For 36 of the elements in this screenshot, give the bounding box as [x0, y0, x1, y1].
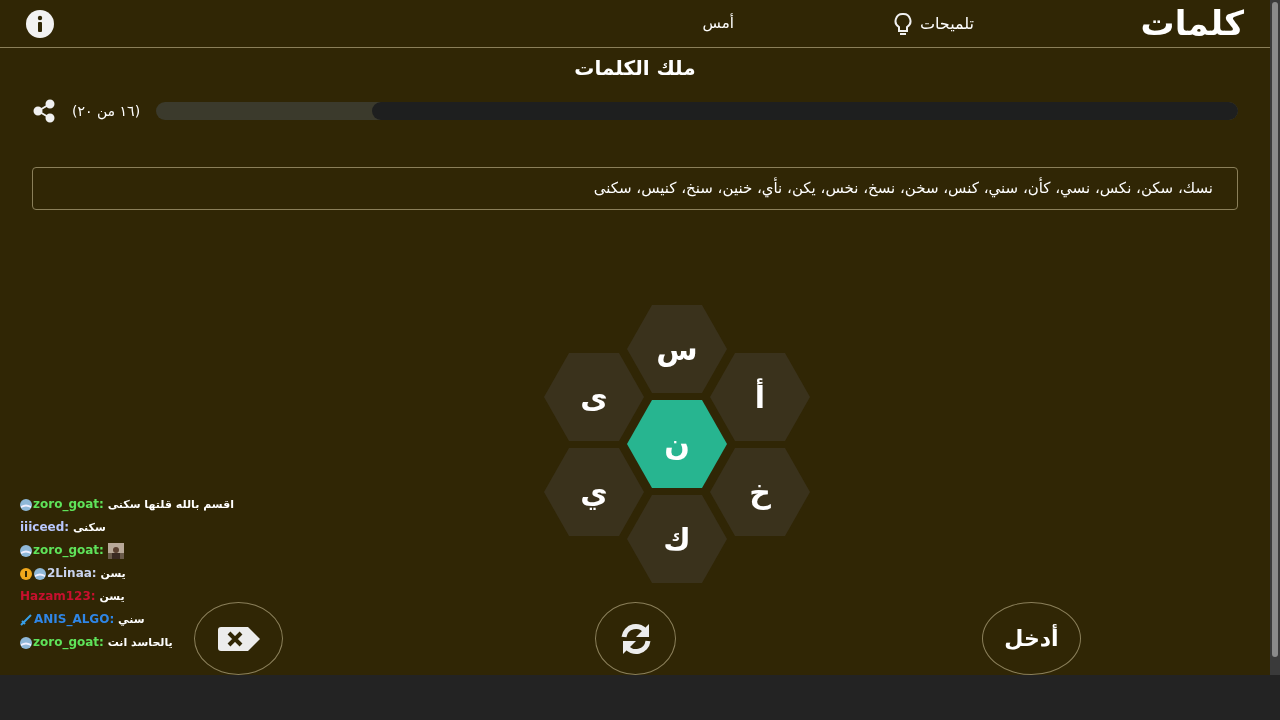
chat-message: سني [118, 613, 145, 626]
chat-message: يالحاسد انت [107, 636, 173, 649]
globe-icon [20, 499, 32, 511]
chat-message: اقسم بالله قلتها سكنى [107, 498, 234, 511]
letter-tile[interactable]: خ [710, 448, 810, 536]
info-icon[interactable] [26, 9, 54, 38]
letter-tile[interactable]: ك [627, 495, 727, 583]
globe-icon [20, 637, 32, 649]
letter-tile[interactable]: أ [710, 353, 810, 441]
backspace-icon [217, 626, 260, 651]
chat-username: zoro_goat: [33, 497, 104, 511]
chat-message: يسن [99, 590, 125, 603]
lightbulb-icon [893, 11, 912, 36]
progress-count: (١٦ من ٢٠) [72, 101, 141, 122]
rank-title: ملك الكلمات [574, 55, 696, 82]
chat-message: يسن [100, 567, 126, 580]
globe-icon [20, 545, 32, 557]
share-icon[interactable] [32, 99, 56, 123]
chat-username: zoro_goat: [33, 543, 104, 557]
globe-icon [34, 568, 46, 580]
hints-button[interactable]: تلميحات [893, 11, 974, 36]
chat-username: zoro_goat: [33, 635, 104, 649]
sword-icon [20, 614, 32, 626]
chat-username: ANIS_ALGO: [34, 612, 115, 626]
letter-tile[interactable]: ى [544, 353, 644, 441]
yesterday-link[interactable]: أمس [702, 12, 734, 35]
chat-username: iiiceed: [20, 520, 70, 534]
number-badge-icon [20, 568, 32, 580]
chat-message: سكنى [72, 521, 106, 534]
letter-tile[interactable]: ي [544, 448, 644, 536]
chat-username: 2Linaa: [47, 566, 97, 580]
logo: كلمات [1139, 2, 1244, 45]
found-words-box: نسك، سكن، نكس، نسي، كأن، سني، كنس، سخن، نسخ، نخس، يكن، نأي، خنين، سنخ، كنيس، سكنى [32, 167, 1238, 210]
chat-username: Hazam123: [20, 589, 96, 603]
letter-tile[interactable]: س [627, 305, 727, 393]
scrollbar-thumb[interactable] [1272, 2, 1278, 657]
